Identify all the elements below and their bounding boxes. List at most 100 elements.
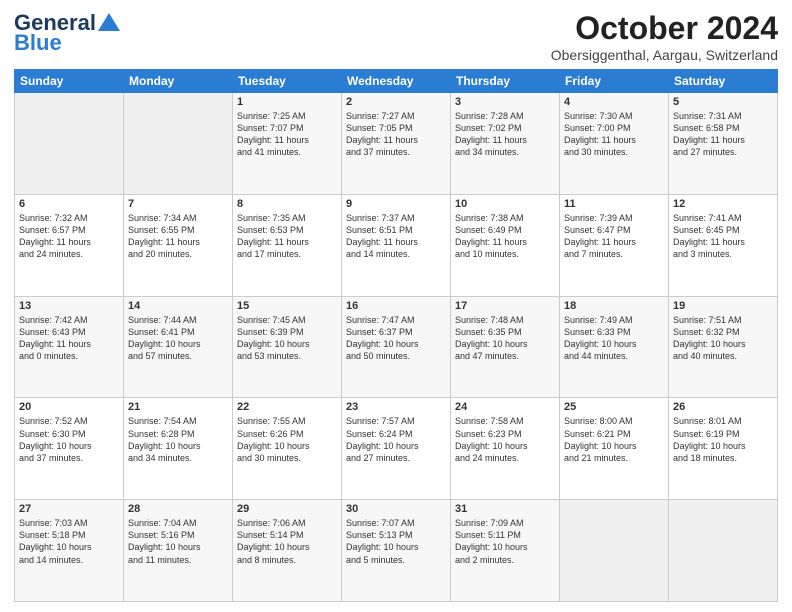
calendar-cell: 21 Sunrise: 7:54 AM Sunset: 6:28 PM Dayli… [124, 398, 233, 500]
calendar-cell: 15 Sunrise: 7:45 AM Sunset: 6:39 PM Dayli… [233, 296, 342, 398]
day-number: 18 [564, 300, 664, 312]
day-number: 22 [237, 401, 337, 413]
calendar-week-5: 27 Sunrise: 7:03 AM Sunset: 5:18 PM Dayli… [15, 500, 778, 602]
calendar-cell: 29 Sunrise: 7:06 AM Sunset: 5:14 PM Dayli… [233, 500, 342, 602]
day-number: 29 [237, 503, 337, 515]
day-number: 16 [346, 300, 446, 312]
calendar-cell: 16 Sunrise: 7:47 AM Sunset: 6:37 PM Dayli… [342, 296, 451, 398]
calendar-cell: 1 Sunrise: 7:25 AM Sunset: 7:07 PM Daylig… [233, 93, 342, 195]
day-number: 4 [564, 96, 664, 108]
col-header-saturday: Saturday [669, 70, 778, 93]
day-info: Sunrise: 7:38 AM Sunset: 6:49 PM Dayligh… [455, 212, 555, 261]
day-number: 17 [455, 300, 555, 312]
day-number: 20 [19, 401, 119, 413]
day-number: 19 [673, 300, 773, 312]
day-number: 23 [346, 401, 446, 413]
calendar-cell: 25Sunrise: 8:00 AM Sunset: 6:21 PM Dayli… [560, 398, 669, 500]
calendar-subtitle: Obersiggenthal, Aargau, Switzerland [551, 47, 778, 63]
day-info: Sunrise: 7:31 AM Sunset: 6:58 PM Dayligh… [673, 110, 773, 159]
day-number: 24 [455, 401, 555, 413]
calendar-cell [124, 93, 233, 195]
calendar-cell: 13 Sunrise: 7:42 AM Sunset: 6:43 PM Dayli… [15, 296, 124, 398]
day-info: Sunrise: 7:39 AM Sunset: 6:47 PM Dayligh… [564, 212, 664, 261]
col-header-friday: Friday [560, 70, 669, 93]
day-info: Sunrise: 7:41 AM Sunset: 6:45 PM Dayligh… [673, 212, 773, 261]
day-info: Sunrise: 7:48 AM Sunset: 6:35 PM Dayligh… [455, 314, 555, 363]
col-header-monday: Monday [124, 70, 233, 93]
day-number: 11 [564, 198, 664, 210]
day-info: Sunrise: 7:42 AM Sunset: 6:43 PM Dayligh… [19, 314, 119, 363]
calendar-cell [669, 500, 778, 602]
logo-icon [98, 13, 120, 31]
header: General Blue October 2024 Obersiggenthal… [14, 10, 778, 63]
day-number: 14 [128, 300, 228, 312]
day-info: Sunrise: 8:01 AM Sunset: 6:19 PM Dayligh… [673, 415, 773, 464]
day-number: 1 [237, 96, 337, 108]
day-number: 7 [128, 198, 228, 210]
day-info: Sunrise: 7:57 AM Sunset: 6:24 PM Dayligh… [346, 415, 446, 464]
day-number: 8 [237, 198, 337, 210]
day-info: Sunrise: 7:45 AM Sunset: 6:39 PM Dayligh… [237, 314, 337, 363]
calendar-week-4: 20 Sunrise: 7:52 AM Sunset: 6:30 PM Dayli… [15, 398, 778, 500]
calendar-cell: 12 Sunrise: 7:41 AM Sunset: 6:45 PM Dayli… [669, 194, 778, 296]
calendar-cell: 24 Sunrise: 7:58 AM Sunset: 6:23 PM Dayli… [451, 398, 560, 500]
calendar-week-3: 13 Sunrise: 7:42 AM Sunset: 6:43 PM Dayli… [15, 296, 778, 398]
day-number: 3 [455, 96, 555, 108]
day-number: 2 [346, 96, 446, 108]
day-info: Sunrise: 7:09 AM Sunset: 5:11 PM Dayligh… [455, 517, 555, 566]
calendar-cell: 28 Sunrise: 7:04 AM Sunset: 5:16 PM Dayli… [124, 500, 233, 602]
day-info: Sunrise: 8:00 AM Sunset: 6:21 PM Dayligh… [564, 415, 664, 464]
day-info: Sunrise: 7:37 AM Sunset: 6:51 PM Dayligh… [346, 212, 446, 261]
calendar-cell: 3 Sunrise: 7:28 AM Sunset: 7:02 PM Daylig… [451, 93, 560, 195]
calendar-cell: 18 Sunrise: 7:49 AM Sunset: 6:33 PM Dayli… [560, 296, 669, 398]
day-info: Sunrise: 7:32 AM Sunset: 6:57 PM Dayligh… [19, 212, 119, 261]
calendar-cell: 11 Sunrise: 7:39 AM Sunset: 6:47 PM Dayli… [560, 194, 669, 296]
calendar-cell: 4 Sunrise: 7:30 AM Sunset: 7:00 PM Daylig… [560, 93, 669, 195]
day-info: Sunrise: 7:55 AM Sunset: 6:26 PM Dayligh… [237, 415, 337, 464]
day-number: 12 [673, 198, 773, 210]
day-number: 27 [19, 503, 119, 515]
calendar-cell: 23 Sunrise: 7:57 AM Sunset: 6:24 PM Dayli… [342, 398, 451, 500]
day-info: Sunrise: 7:58 AM Sunset: 6:23 PM Dayligh… [455, 415, 555, 464]
col-header-thursday: Thursday [451, 70, 560, 93]
day-info: Sunrise: 7:27 AM Sunset: 7:05 PM Dayligh… [346, 110, 446, 159]
calendar-title: October 2024 [551, 10, 778, 47]
calendar-cell: 19Sunrise: 7:51 AM Sunset: 6:32 PM Dayli… [669, 296, 778, 398]
day-number: 5 [673, 96, 773, 108]
day-info: Sunrise: 7:47 AM Sunset: 6:37 PM Dayligh… [346, 314, 446, 363]
day-number: 15 [237, 300, 337, 312]
calendar-cell: 27 Sunrise: 7:03 AM Sunset: 5:18 PM Dayli… [15, 500, 124, 602]
calendar-cell: 14 Sunrise: 7:44 AM Sunset: 6:41 PM Dayli… [124, 296, 233, 398]
day-info: Sunrise: 7:28 AM Sunset: 7:02 PM Dayligh… [455, 110, 555, 159]
col-header-tuesday: Tuesday [233, 70, 342, 93]
day-info: Sunrise: 7:03 AM Sunset: 5:18 PM Dayligh… [19, 517, 119, 566]
calendar-cell [15, 93, 124, 195]
day-info: Sunrise: 7:06 AM Sunset: 5:14 PM Dayligh… [237, 517, 337, 566]
day-info: Sunrise: 7:07 AM Sunset: 5:13 PM Dayligh… [346, 517, 446, 566]
calendar-cell: 5 Sunrise: 7:31 AM Sunset: 6:58 PM Daylig… [669, 93, 778, 195]
calendar-cell: 10Sunrise: 7:38 AM Sunset: 6:49 PM Dayli… [451, 194, 560, 296]
title-block: October 2024 Obersiggenthal, Aargau, Swi… [551, 10, 778, 63]
logo: General Blue [14, 10, 120, 56]
day-info: Sunrise: 7:54 AM Sunset: 6:28 PM Dayligh… [128, 415, 228, 464]
day-number: 21 [128, 401, 228, 413]
day-info: Sunrise: 7:04 AM Sunset: 5:16 PM Dayligh… [128, 517, 228, 566]
calendar-cell: 7Sunrise: 7:34 AM Sunset: 6:55 PM Daylig… [124, 194, 233, 296]
day-info: Sunrise: 7:25 AM Sunset: 7:07 PM Dayligh… [237, 110, 337, 159]
calendar-header-row: SundayMondayTuesdayWednesdayThursdayFrid… [15, 70, 778, 93]
day-number: 30 [346, 503, 446, 515]
day-info: Sunrise: 7:30 AM Sunset: 7:00 PM Dayligh… [564, 110, 664, 159]
day-info: Sunrise: 7:44 AM Sunset: 6:41 PM Dayligh… [128, 314, 228, 363]
day-number: 13 [19, 300, 119, 312]
day-info: Sunrise: 7:49 AM Sunset: 6:33 PM Dayligh… [564, 314, 664, 363]
col-header-wednesday: Wednesday [342, 70, 451, 93]
calendar-cell: 20 Sunrise: 7:52 AM Sunset: 6:30 PM Dayli… [15, 398, 124, 500]
logo-blue: Blue [14, 30, 62, 56]
col-header-sunday: Sunday [15, 70, 124, 93]
day-number: 28 [128, 503, 228, 515]
calendar-cell: 22 Sunrise: 7:55 AM Sunset: 6:26 PM Dayli… [233, 398, 342, 500]
day-number: 9 [346, 198, 446, 210]
day-number: 31 [455, 503, 555, 515]
day-info: Sunrise: 7:52 AM Sunset: 6:30 PM Dayligh… [19, 415, 119, 464]
calendar-cell: 30 Sunrise: 7:07 AM Sunset: 5:13 PM Dayli… [342, 500, 451, 602]
